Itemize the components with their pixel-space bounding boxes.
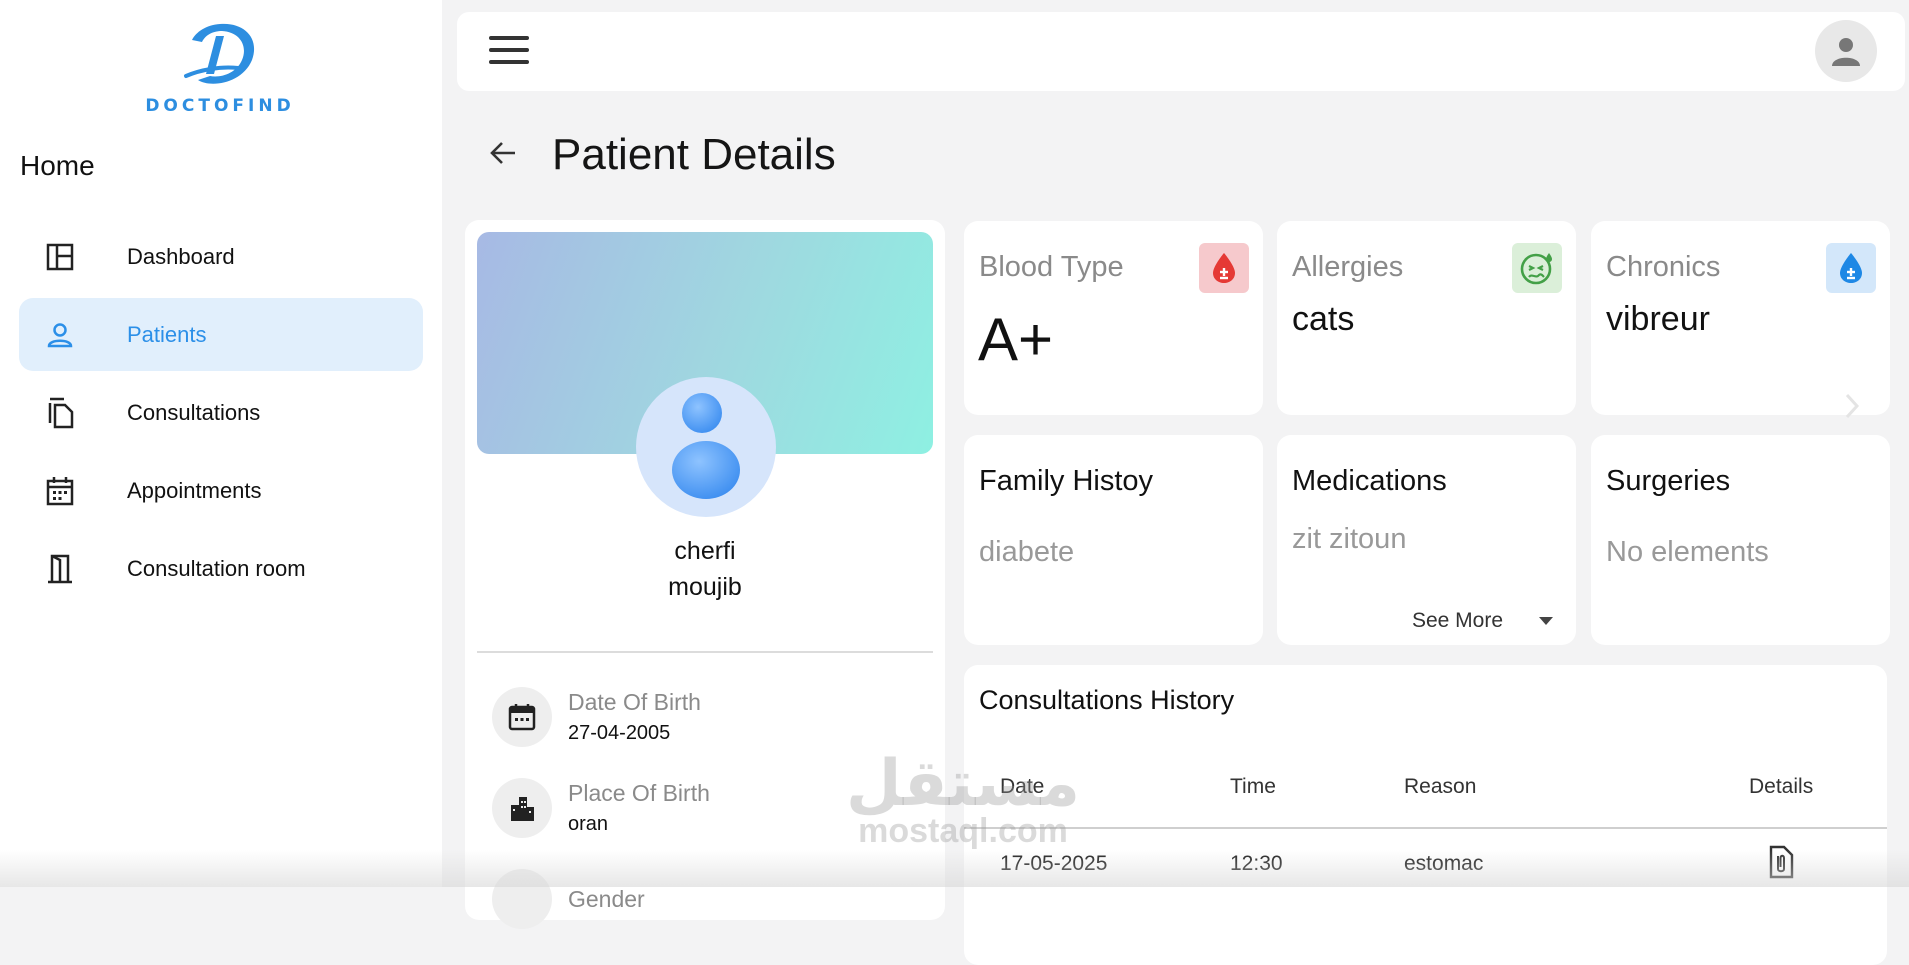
caret-down-icon xyxy=(1539,617,1553,625)
stat-title: Medications xyxy=(1292,465,1447,497)
attachment-document-icon[interactable] xyxy=(1764,845,1798,879)
row-reason: estomac xyxy=(1404,852,1484,875)
sick-face-icon xyxy=(1512,243,1562,293)
blood-type-card: Blood Type A+ xyxy=(964,221,1263,415)
chevron-right-icon[interactable] xyxy=(1844,392,1860,420)
family-history-value: diabete xyxy=(979,536,1075,568)
dashboard-icon xyxy=(45,242,75,272)
sidebar-item-label: Consultation room xyxy=(127,555,306,581)
user-avatar-button[interactable] xyxy=(1815,20,1877,82)
person-icon xyxy=(45,320,75,350)
sidebar-item-dashboard[interactable]: Dashboard xyxy=(19,220,423,293)
sidebar-item-label: Appointments xyxy=(127,477,262,503)
patient-first-name: cherfi xyxy=(674,537,736,565)
page-title: Patient Details xyxy=(552,130,836,179)
profile-divider xyxy=(477,651,933,653)
door-icon xyxy=(45,554,75,584)
person-avatar-icon xyxy=(672,393,740,499)
consultations-history-card: Consultations History Date Time Reason D… xyxy=(964,665,1887,965)
medications-card: Medications zit zitoun See More xyxy=(1277,435,1576,645)
see-more-button[interactable]: See More xyxy=(1412,609,1553,633)
info-value: oran xyxy=(568,813,609,835)
row-time: 12:30 xyxy=(1230,852,1283,875)
blood-type-value: A+ xyxy=(978,306,1054,373)
medications-value: zit zitoun xyxy=(1292,523,1407,555)
brand-logo[interactable]: DOCTOFIND xyxy=(140,18,300,116)
surgeries-value: No elements xyxy=(1606,536,1769,568)
info-place-of-birth: Place Of Birth oran xyxy=(492,778,710,838)
table-header-divider xyxy=(964,827,1887,829)
blood-drop-icon xyxy=(1199,243,1249,293)
patient-last-name: moujib xyxy=(668,573,742,601)
surgeries-card: Surgeries No elements xyxy=(1591,435,1890,645)
documents-icon xyxy=(45,397,75,428)
info-date-of-birth: Date Of Birth 27-04-2005 xyxy=(492,687,701,747)
sidebar-item-consultation-room[interactable]: Consultation room xyxy=(19,532,423,605)
row-date: 17-05-2025 xyxy=(1000,852,1108,875)
info-label: Place Of Birth xyxy=(568,780,710,806)
calendar-icon xyxy=(492,687,552,747)
gender-icon xyxy=(492,869,552,929)
brand-name: DOCTOFIND xyxy=(145,96,295,116)
city-icon xyxy=(492,778,552,838)
stat-title: Surgeries xyxy=(1606,465,1731,497)
water-drop-icon xyxy=(1826,243,1876,293)
sidebar: DOCTOFIND Home Dashboard Patients Consul… xyxy=(0,0,442,887)
calendar-icon xyxy=(45,476,75,506)
family-history-card: Family Histoy diabete xyxy=(964,435,1263,645)
chronics-value: vibreur xyxy=(1606,300,1710,338)
arrow-left-icon[interactable] xyxy=(488,138,518,168)
info-label: Gender xyxy=(568,885,645,912)
sidebar-section-title: Home xyxy=(20,150,95,181)
hamburger-menu-icon[interactable] xyxy=(489,36,529,68)
info-label: Date Of Birth xyxy=(568,689,701,715)
chronics-card: Chronics vibreur xyxy=(1591,221,1890,419)
column-header-details: Details xyxy=(1749,775,1814,798)
allergies-value: cats xyxy=(1292,300,1355,338)
sidebar-item-patients[interactable]: Patients xyxy=(19,298,423,371)
sidebar-item-label: Dashboard xyxy=(127,243,235,269)
user-avatar-icon xyxy=(1832,38,1860,66)
patient-profile-card: cherfi moujib Date Of Birth 27-04-2005 P… xyxy=(465,220,945,929)
column-header-date: Date xyxy=(1000,775,1045,798)
stat-title: Chronics xyxy=(1606,251,1721,283)
allergies-card: Allergies cats xyxy=(1277,221,1576,415)
stat-title: Blood Type xyxy=(979,251,1124,283)
column-header-reason: Reason xyxy=(1404,775,1477,798)
see-more-label: See More xyxy=(1411,609,1503,632)
stat-title: Family Histoy xyxy=(979,465,1154,497)
sidebar-item-consultations[interactable]: Consultations xyxy=(19,376,423,449)
column-header-time: Time xyxy=(1230,775,1276,798)
stat-title: Allergies xyxy=(1292,251,1404,283)
patient-avatar xyxy=(636,377,776,517)
sidebar-nav: Dashboard Patients Consultations Appoint… xyxy=(19,220,423,610)
info-gender: Gender xyxy=(492,869,645,929)
history-title: Consultations History xyxy=(979,685,1235,715)
sidebar-item-label: Patients xyxy=(127,321,207,347)
top-bar xyxy=(457,12,1905,91)
sidebar-item-appointments[interactable]: Appointments xyxy=(19,454,423,527)
sidebar-item-label: Consultations xyxy=(127,399,261,425)
info-value: 27-04-2005 xyxy=(568,722,671,744)
doctofind-logo-icon xyxy=(184,23,255,84)
